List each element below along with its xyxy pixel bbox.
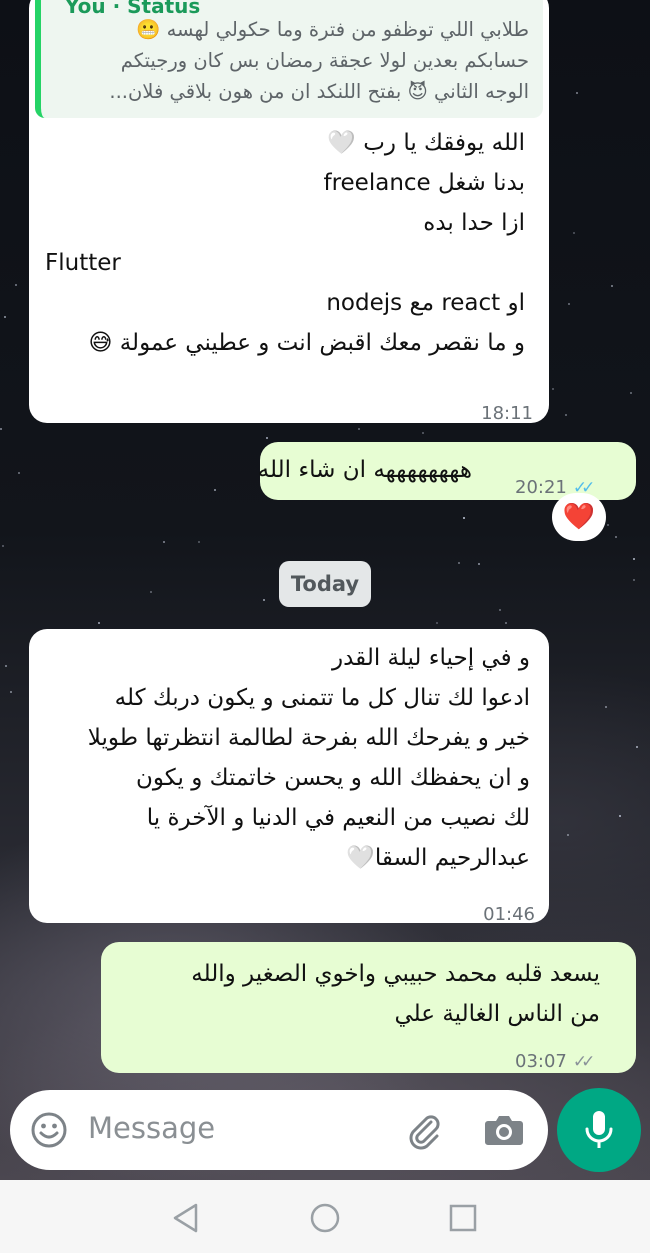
wallpaper-star [633, 579, 635, 581]
message-line: بدنا شغل freelance [323, 170, 525, 196]
wallpaper-star [552, 388, 554, 390]
message-bubble-incoming-1[interactable]: You · Status طلابي اللي توظفو من فترة وم… [29, 0, 549, 424]
system-navigation-bar [0, 1180, 650, 1253]
message-line: خير و يفرحك الله بفرحة لطالمة انتظرتها ط… [87, 725, 530, 751]
wallpaper-star [619, 815, 621, 817]
message-time: 18:11 [481, 403, 533, 424]
emoji-icon[interactable] [28, 1109, 70, 1151]
message-bubble-outgoing-1[interactable]: ههههههههه ان شاء الله 20:21 ✓✓ [257, 442, 636, 500]
wallpaper-star [266, 437, 268, 439]
wallpaper-star [98, 622, 100, 624]
wallpaper-star [163, 541, 165, 543]
mic-icon [585, 1111, 613, 1148]
message-time-row: 03:07 ✓✓ [515, 1042, 595, 1082]
message-line: او react مع nodejs [326, 290, 525, 316]
home-icon[interactable] [307, 1200, 343, 1236]
wallpaper-star [18, 472, 20, 474]
wallpaper-star [436, 622, 438, 624]
message-bubble-incoming-2[interactable]: و في إحياء ليلة القدر ادعوا لك تنال كل م… [29, 629, 549, 925]
message-text: الله يوفقك يا رب 🤍 بدنا شغل freelance از… [45, 123, 525, 363]
message-composer[interactable]: Message [10, 1090, 548, 1170]
message-line: و ان يحفظك الله و يحسن خاتمتك و يكون [136, 765, 530, 791]
message-line: من الناس الغالية علي [394, 1001, 600, 1027]
message-time: 03:07 [515, 1051, 567, 1072]
camera-icon[interactable] [482, 1110, 526, 1150]
wallpaper-star [358, 428, 360, 430]
wallpaper-star [573, 232, 575, 234]
message-line: Flutter [45, 250, 121, 276]
wallpaper-star [567, 834, 569, 836]
message-line: يسعد قلبه محمد حبيبي واخوي الصغير والله [191, 961, 600, 987]
wallpaper-star [4, 316, 6, 318]
quoted-status-text: طلابي اللي توظفو من فترة وما حكولي لهسه … [109, 14, 529, 107]
wallpaper-star [615, 536, 617, 538]
wallpaper-star [2, 545, 4, 547]
wallpaper-star [605, 706, 607, 708]
message-time: 01:46 [483, 904, 535, 925]
wallpaper-star [505, 622, 507, 624]
message-line: عبدالرحيم السقا🤍 [346, 845, 530, 871]
wallpaper-star [576, 92, 578, 94]
message-line: الله يوفقك يا رب 🤍 [327, 130, 525, 156]
wallpaper-star [458, 562, 460, 564]
wallpaper-star [499, 609, 501, 611]
quoted-line: طلابي اللي توظفو من فترة وما حكولي لهسه … [136, 18, 529, 41]
wallpaper-star [630, 392, 632, 394]
recents-icon[interactable] [445, 1200, 481, 1236]
message-line: و ما نقصر معك اقبض انت و عطيني عمولة 😅 [88, 330, 525, 356]
message-bubble-outgoing-2[interactable]: يسعد قلبه محمد حبيبي واخوي الصغير والله … [101, 942, 636, 1073]
wallpaper-star [15, 284, 17, 286]
quoted-line: حسابكم بعدين لولا عجقة رمضان بس كان ورجي… [120, 49, 529, 72]
wallpaper-star [463, 517, 465, 519]
heart-icon: ❤️ [562, 502, 596, 532]
mic-button[interactable] [557, 1088, 641, 1172]
wallpaper-star [150, 591, 152, 593]
message-line: ههههههههه ان شاء الله [257, 457, 472, 483]
wallpaper-star [633, 558, 635, 560]
delivered-ticks-icon: ✓✓ [572, 1052, 595, 1072]
wallpaper-star [263, 599, 265, 601]
wallpaper-star [607, 524, 609, 526]
wallpaper-star [478, 563, 480, 565]
message-input[interactable]: Message [88, 1111, 215, 1145]
quoted-line: الوجه الثاني 😈 بفتح اللنكد ان من هون بلا… [109, 80, 529, 103]
back-icon[interactable] [168, 1200, 204, 1236]
wallpaper-star [10, 691, 12, 693]
wallpaper-star [214, 489, 216, 491]
message-line: لك نصيب من النعيم في الدنيا و الآخرة يا [146, 805, 530, 831]
message-line: ادعوا لك تنال كل ما تتمنى و يكون دربك كل… [114, 685, 530, 711]
message-text: يسعد قلبه محمد حبيبي واخوي الصغير والله … [120, 954, 600, 1034]
reaction-badge[interactable]: ❤️ [552, 493, 606, 541]
date-divider: Today [279, 561, 371, 607]
quoted-status[interactable]: You · Status طلابي اللي توظفو من فترة وم… [35, 0, 543, 118]
wallpaper-star [565, 414, 567, 416]
wallpaper-star [611, 285, 613, 287]
message-time: 20:21 [515, 477, 567, 498]
wallpaper-star [568, 303, 570, 305]
wallpaper-star [422, 432, 424, 434]
wallpaper-star [198, 541, 200, 543]
wallpaper-star [636, 746, 638, 748]
attach-icon[interactable] [402, 1108, 446, 1152]
message-line: و في إحياء ليلة القدر [332, 645, 530, 671]
message-line: ازا حدا بده [423, 210, 525, 236]
wallpaper-star [0, 428, 2, 430]
wallpaper-star [5, 665, 7, 667]
message-text: و في إحياء ليلة القدر ادعوا لك تنال كل م… [35, 638, 530, 878]
